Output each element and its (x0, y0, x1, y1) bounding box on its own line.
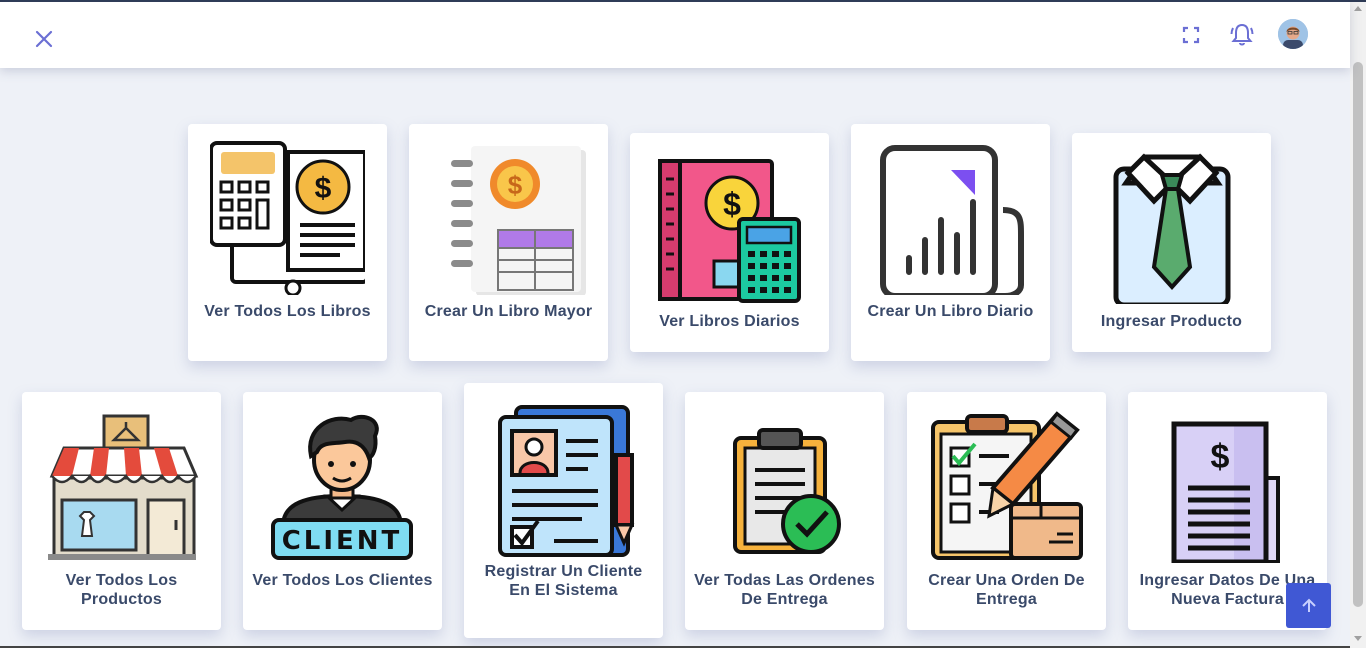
card-crear-un-libro-diario[interactable]: Crear Un Libro Diario (851, 124, 1050, 361)
arrow-up-icon (1301, 598, 1316, 612)
top-navbar (0, 2, 1350, 68)
scroll-to-top-button[interactable] (1286, 583, 1331, 628)
card-label: Ver Todos Los Clientes (252, 572, 433, 589)
card-ingresar-producto[interactable]: Ingresar Producto (1072, 133, 1271, 352)
clipboard-check-icon (733, 428, 841, 554)
svg-text:$: $ (315, 172, 332, 205)
card-label: Crear Un Libro Mayor (424, 303, 593, 320)
scroll-up-arrow-icon[interactable] (1354, 6, 1362, 11)
svg-text:$: $ (1211, 438, 1230, 476)
store-icon (48, 414, 199, 560)
invoice-icon: $ (1171, 421, 1280, 563)
card-label: Crear Un Libro Diario (867, 303, 1034, 320)
shirt-tie-icon (1113, 153, 1231, 304)
card-crear-un-libro-mayor[interactable]: $ Crear Un Libro Mayor (409, 124, 608, 361)
scroll-thumb[interactable] (1353, 62, 1363, 607)
card-ver-todas-las-ordenes[interactable]: Ver Todas Las Ordenes De Entrega (685, 392, 884, 630)
checklist-pencil-icon (931, 411, 1083, 560)
registration-form-icon (498, 405, 635, 557)
card-label: Crear Una Orden De Entrega (928, 572, 1085, 608)
card-label: Ver Libros Diarios (659, 313, 800, 330)
client-icon: CLIENT (271, 414, 413, 560)
fullscreen-icon[interactable] (1176, 20, 1206, 50)
notebook-table-icon: $ (451, 146, 586, 295)
card-label: Ver Todos Los Productos (65, 572, 178, 608)
book-calculator-icon: $ (658, 159, 801, 303)
user-avatar[interactable] (1278, 19, 1308, 49)
card-ver-todos-los-clientes[interactable]: CLIENT Ver Todos Los Clientes (243, 392, 442, 630)
bell-icon[interactable] (1227, 20, 1257, 50)
scroll-down-arrow-icon[interactable] (1354, 636, 1362, 641)
ledger-calculator-icon: $ (210, 141, 365, 295)
report-chart-icon (880, 145, 1024, 295)
close-icon[interactable] (31, 26, 57, 52)
card-label: Ver Todas Las Ordenes De Entrega (694, 572, 875, 608)
svg-text:$: $ (508, 170, 523, 200)
card-ver-todos-los-productos[interactable]: Ver Todos Los Productos (22, 392, 221, 630)
client-sign-text: CLIENT (282, 526, 403, 556)
svg-text:$: $ (723, 186, 741, 222)
card-crear-una-orden-de-entrega[interactable]: Crear Una Orden De Entrega (907, 392, 1106, 630)
card-label: Registrar Un Cliente En El Sistema (484, 563, 643, 599)
card-label: Ver Todos Los Libros (204, 303, 371, 320)
card-label: Ingresar Producto (1100, 313, 1243, 330)
card-registrar-un-cliente[interactable]: Registrar Un Cliente En El Sistema (464, 383, 663, 638)
card-ver-libros-diarios[interactable]: $ Ver Libros Diarios (630, 133, 829, 352)
card-ver-todos-los-libros[interactable]: $ Ver Todos Los Libros (188, 124, 387, 361)
vertical-scrollbar[interactable] (1350, 2, 1366, 648)
